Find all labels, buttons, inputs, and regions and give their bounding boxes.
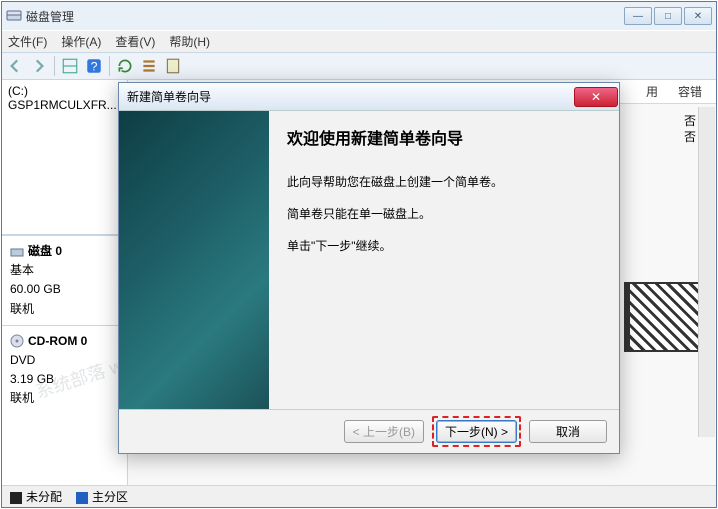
disk-0-name: 磁盘 0 <box>28 242 62 261</box>
menu-file[interactable]: 文件(F) <box>8 33 47 50</box>
volume-list[interactable]: (C:) GSP1RMCULXFR... <box>2 80 127 235</box>
maximize-button[interactable]: □ <box>654 7 682 25</box>
properties-icon[interactable] <box>164 57 182 75</box>
dialog-titlebar[interactable]: 新建简单卷向导 ✕ <box>119 83 619 111</box>
cdrom-icon <box>10 334 24 348</box>
next-button[interactable]: 下一步(N) > <box>436 420 517 443</box>
legend-unallocated: 未分配 <box>10 488 62 505</box>
forward-icon[interactable] <box>30 57 48 75</box>
wizard-text-2: 简单卷只能在单一磁盘上。 <box>287 205 601 223</box>
swatch-black-icon <box>10 492 22 504</box>
separator <box>54 56 55 76</box>
cancel-button[interactable]: 取消 <box>529 420 607 443</box>
back-icon[interactable] <box>6 57 24 75</box>
dialog-title: 新建简单卷向导 <box>127 88 574 105</box>
cdrom-0-size: 3.19 GB <box>10 370 119 389</box>
svg-text:?: ? <box>91 60 98 74</box>
statusbar: 未分配 主分区 <box>2 485 716 507</box>
next-button-highlight: 下一步(N) > <box>432 416 521 447</box>
wizard-heading: 欢迎使用新建简单卷向导 <box>287 125 601 149</box>
legend-primary: 主分区 <box>76 488 128 505</box>
col-2[interactable]: 容错 <box>678 83 702 100</box>
left-panel: (C:) GSP1RMCULXFR... 磁盘 0 基本 60.00 GB 联机… <box>2 80 128 485</box>
menubar: 文件(F) 操作(A) 查看(V) 帮助(H) <box>2 30 716 52</box>
menu-action[interactable]: 操作(A) <box>61 33 101 50</box>
wizard-text-1: 此向导帮助您在磁盘上创建一个简单卷。 <box>287 173 601 191</box>
scrollbar[interactable] <box>698 107 715 437</box>
app-icon <box>6 8 22 24</box>
disk-0-size: 60.00 GB <box>10 280 119 299</box>
val-1: 否 <box>684 112 696 129</box>
list-icon[interactable] <box>140 57 158 75</box>
separator <box>109 56 110 76</box>
unallocated-region[interactable] <box>624 282 706 352</box>
swatch-blue-icon <box>76 492 88 504</box>
disk-0-status: 联机 <box>10 300 119 319</box>
help-icon[interactable]: ? <box>85 57 103 75</box>
view-icon[interactable] <box>61 57 79 75</box>
cdrom-0-type: DVD <box>10 351 119 370</box>
wizard-main: 欢迎使用新建简单卷向导 此向导帮助您在磁盘上创建一个简单卷。 简单卷只能在单一磁… <box>269 111 619 409</box>
refresh-icon[interactable] <box>116 57 134 75</box>
dialog-footer: < 上一步(B) 下一步(N) > 取消 <box>119 409 619 453</box>
window-controls: — □ ✕ <box>624 7 712 25</box>
titlebar[interactable]: 磁盘管理 — □ ✕ <box>2 2 716 30</box>
minimize-button[interactable]: — <box>624 7 652 25</box>
disk-0-block[interactable]: 磁盘 0 基本 60.00 GB 联机 <box>2 235 127 325</box>
dialog-body: 欢迎使用新建简单卷向导 此向导帮助您在磁盘上创建一个简单卷。 简单卷只能在单一磁… <box>119 111 619 409</box>
volume-c[interactable]: (C:) <box>8 84 121 98</box>
new-simple-volume-wizard: 新建简单卷向导 ✕ 欢迎使用新建简单卷向导 此向导帮助您在磁盘上创建一个简单卷。… <box>118 82 620 454</box>
menu-help[interactable]: 帮助(H) <box>169 33 210 50</box>
col-1[interactable]: 用 <box>646 83 658 100</box>
window-title: 磁盘管理 <box>26 8 624 25</box>
back-button: < 上一步(B) <box>344 420 424 443</box>
wizard-sidebar-image <box>119 111 269 409</box>
dialog-close-button[interactable]: ✕ <box>574 87 618 107</box>
close-window-button[interactable]: ✕ <box>684 7 712 25</box>
val-2: 否 <box>684 128 696 145</box>
volume-gsp[interactable]: GSP1RMCULXFR... <box>8 98 121 112</box>
disk-0-type: 基本 <box>10 261 119 280</box>
cdrom-0-block[interactable]: CD-ROM 0 DVD 3.19 GB 联机 <box>2 325 127 415</box>
menu-view[interactable]: 查看(V) <box>115 33 155 50</box>
disk-icon <box>10 245 24 259</box>
wizard-text-3: 单击"下一步"继续。 <box>287 237 601 255</box>
cdrom-0-status: 联机 <box>10 389 119 408</box>
toolbar: ? <box>2 52 716 80</box>
cdrom-0-name: CD-ROM 0 <box>28 332 87 351</box>
